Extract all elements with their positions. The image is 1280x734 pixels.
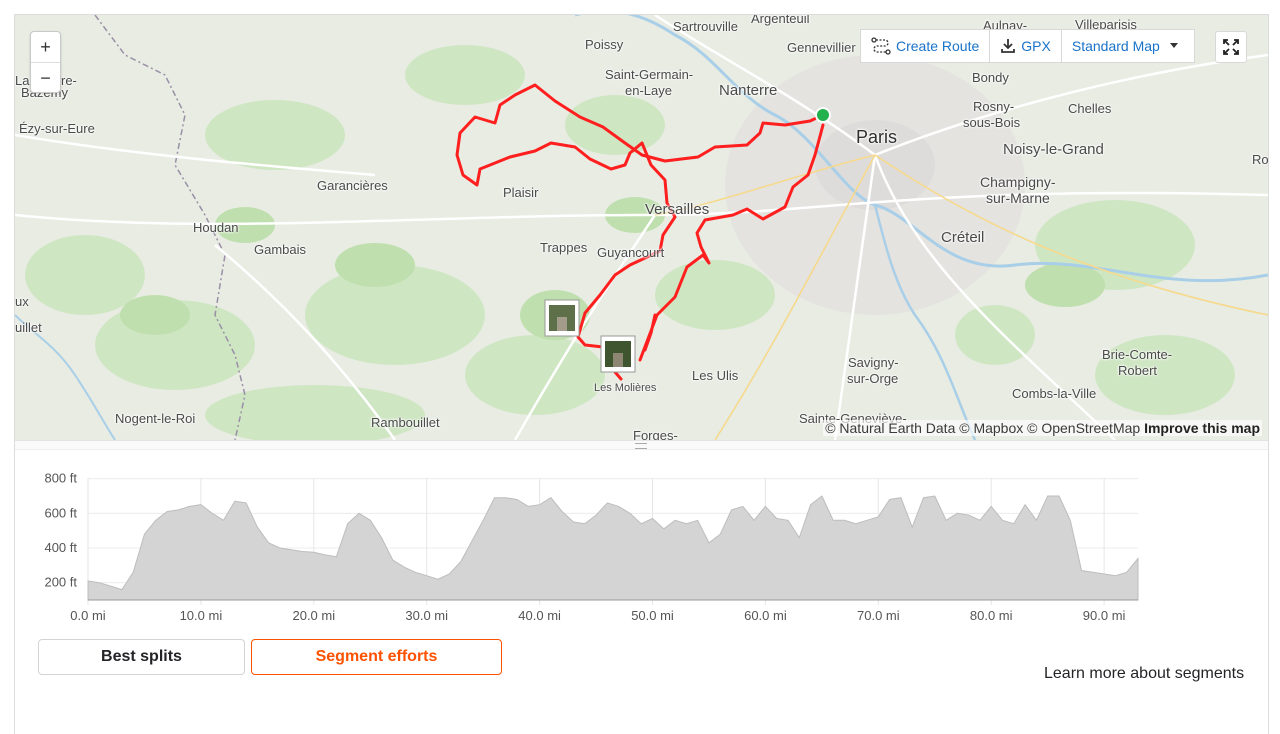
x-tick-label: 30.0 mi — [405, 608, 448, 623]
zoom-control: + − — [30, 31, 61, 93]
zoom-out-button[interactable]: − — [31, 62, 60, 93]
photo-marker[interactable] — [544, 299, 580, 337]
place-label: Garancières — [317, 178, 388, 193]
gpx-button[interactable]: GPX — [990, 29, 1062, 63]
download-icon — [1001, 39, 1016, 53]
start-marker[interactable] — [815, 107, 831, 123]
x-tick-label: 90.0 mi — [1083, 608, 1126, 623]
improve-map-link[interactable]: Improve this map — [1144, 420, 1260, 436]
place-label: uillet — [15, 320, 42, 335]
map-style-label: Standard Map — [1071, 38, 1160, 54]
place-label: Plaisir — [503, 185, 539, 200]
x-tick-label: 80.0 mi — [970, 608, 1013, 623]
x-tick-label: 50.0 mi — [631, 608, 674, 623]
map-toolbar: Create Route GPX Standard Map — [860, 29, 1195, 63]
place-label: en-Laye — [625, 83, 672, 98]
map-attribution: © Natural Earth Data © Mapbox © OpenStre… — [823, 420, 1262, 436]
expand-icon — [1223, 39, 1239, 55]
place-label: Champigny- — [980, 174, 1056, 190]
create-route-button[interactable]: Create Route — [860, 29, 991, 63]
fullscreen-button[interactable] — [1215, 31, 1247, 63]
x-tick-label: 10.0 mi — [180, 608, 223, 623]
place-label: Ro — [1252, 152, 1268, 167]
x-tick-label: 60.0 mi — [744, 608, 787, 623]
attribution-text[interactable]: © Natural Earth Data © Mapbox © OpenStre… — [825, 420, 1140, 436]
place-label: Houdan — [193, 220, 239, 235]
place-label: ux — [15, 294, 29, 309]
place-label: Chelles — [1068, 101, 1112, 116]
x-tick-label: 0.0 mi — [70, 608, 106, 623]
place-label: Les Molières — [594, 382, 657, 394]
place-label: Brie-Comte- — [1102, 347, 1173, 362]
place-label: Bondy — [972, 70, 1009, 85]
place-label: Noisy-le-Grand — [1003, 141, 1104, 158]
place-label: Combs-la-Ville — [1012, 386, 1097, 401]
best-splits-button[interactable]: Best splits — [38, 639, 245, 675]
map-style-dropdown[interactable]: Standard Map — [1061, 29, 1195, 63]
y-tick-label: 800 ft — [44, 471, 77, 486]
place-label: Savigny- — [848, 355, 899, 370]
place-label: Saint-Germain- — [605, 67, 694, 82]
place-label: Nanterre — [719, 82, 778, 99]
place-label: Argenteuil — [751, 15, 810, 26]
y-tick-label: 200 ft — [44, 575, 77, 590]
elevation-area — [87, 495, 1139, 601]
resize-handle[interactable] — [15, 440, 1268, 450]
place-label: Ézy-sur-Eure — [19, 121, 95, 136]
place-label: sous-Bois — [963, 115, 1021, 130]
place-label: Paris — [856, 127, 898, 147]
learn-more-link[interactable]: Learn more about segments — [1044, 665, 1244, 683]
y-tick-label: 400 ft — [44, 540, 77, 555]
segment-efforts-button[interactable]: Segment efforts — [251, 639, 502, 675]
grip-icon — [635, 443, 647, 449]
place-label: Créteil — [941, 229, 985, 246]
place-label: Sartrouville — [673, 19, 739, 34]
caret-down-icon — [1169, 43, 1178, 48]
x-tick-label: 20.0 mi — [292, 608, 335, 623]
x-tick-label: 40.0 mi — [518, 608, 561, 623]
place-label: Robert — [1118, 363, 1158, 378]
zoom-in-button[interactable]: + — [31, 32, 60, 62]
place-label: Nogent-le-Roi — [115, 411, 196, 426]
place-label: Versailles — [645, 201, 710, 218]
create-route-label: Create Route — [896, 38, 980, 54]
place-label: Rosny- — [973, 99, 1015, 114]
place-label: Les Ulis — [692, 368, 739, 383]
route-icon — [871, 37, 891, 55]
route-map[interactable]: Sartrouville Argenteuil Aulnay- Villepar… — [15, 15, 1268, 440]
place-label: Guyancourt — [597, 245, 665, 260]
place-label: Trappes — [540, 240, 588, 255]
place-label: Gennevillier — [787, 40, 856, 55]
place-label: Gambais — [254, 242, 307, 257]
place-label: Rambouillet — [371, 415, 440, 430]
place-label: Forges- — [633, 428, 678, 440]
place-label: Poissy — [585, 37, 624, 52]
place-label: sur-Orge — [847, 371, 899, 386]
place-label: sur-Marne — [986, 190, 1050, 206]
x-tick-label: 70.0 mi — [857, 608, 900, 623]
elevation-chart[interactable]: 800 ft 600 ft 400 ft 200 ft 0.0 mi 10.0 mi 20… — [30, 470, 1150, 630]
gpx-label: GPX — [1021, 38, 1051, 54]
y-tick-label: 600 ft — [44, 505, 77, 520]
photo-marker[interactable] — [600, 335, 636, 373]
